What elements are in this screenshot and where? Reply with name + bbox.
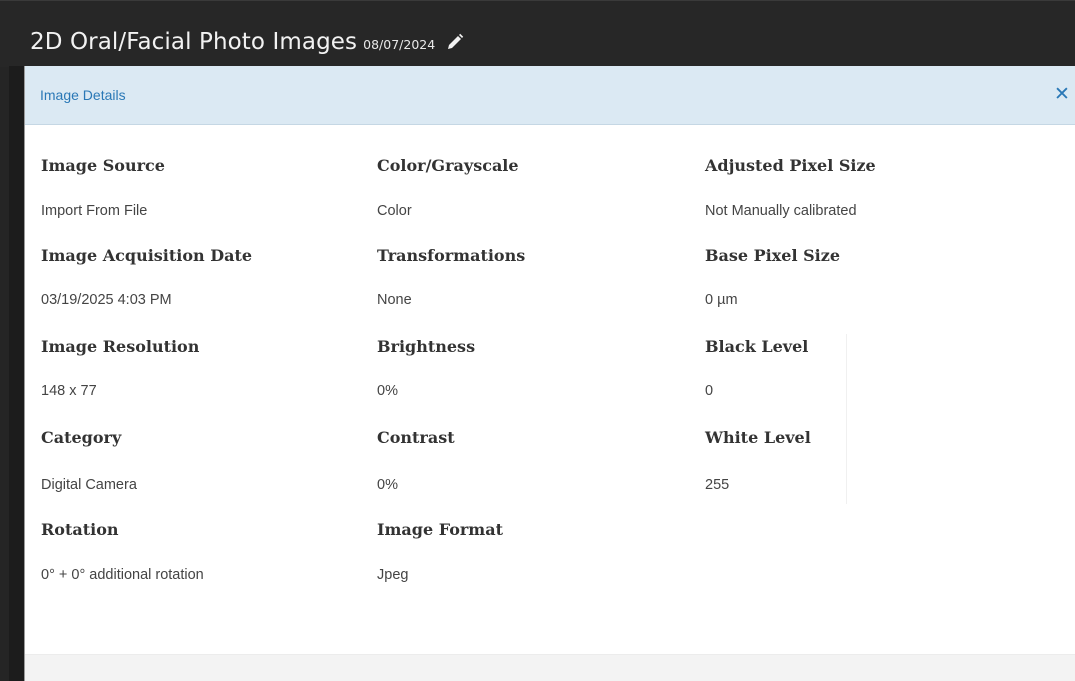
black-level-label: Black Level bbox=[705, 337, 809, 356]
rotation-label: Rotation bbox=[41, 520, 119, 539]
image-source-label: Image Source bbox=[41, 156, 165, 175]
image-acquisition-date-label: Image Acquisition Date bbox=[41, 246, 253, 265]
image-format-label: Image Format bbox=[377, 520, 503, 539]
base-pixel-size-value: 0 µm bbox=[705, 292, 738, 308]
rotation-value: 0° + 0° additional rotation bbox=[41, 567, 204, 583]
category-value: Digital Camera bbox=[41, 477, 137, 493]
black-level-value: 0 bbox=[705, 383, 714, 399]
image-resolution-value: 148 x 77 bbox=[41, 383, 97, 399]
color-grayscale-label: Color/Grayscale bbox=[377, 156, 519, 175]
pencil-icon[interactable] bbox=[445, 32, 465, 52]
page-title-date: 08/07/2024 bbox=[363, 37, 436, 52]
brightness-label: Brightness bbox=[377, 337, 476, 356]
image-resolution-label: Image Resolution bbox=[41, 337, 200, 356]
dialog-header: Image Details ✕ bbox=[25, 66, 1075, 125]
image-source-value: Import From File bbox=[41, 203, 148, 219]
transformations-label: Transformations bbox=[377, 246, 526, 265]
dialog-title: Image Details bbox=[40, 87, 126, 103]
brightness-value: 0% bbox=[377, 383, 398, 399]
image-acquisition-date-value: 03/19/2025 4:03 PM bbox=[41, 292, 172, 308]
adjusted-pixel-size-value: Not Manually calibrated bbox=[705, 203, 857, 219]
transformations-value: None bbox=[377, 292, 412, 308]
white-level-value: 255 bbox=[705, 477, 730, 493]
dialog-footer bbox=[25, 654, 1075, 681]
color-grayscale-value: Color bbox=[377, 203, 412, 219]
image-details-dialog: Image Details ✕ Image Source Import From… bbox=[25, 66, 1075, 681]
page-title-group: 2D Oral/Facial Photo Images 08/07/2024 bbox=[30, 29, 465, 55]
app-window: 2D Oral/Facial Photo Images 08/07/2024 I… bbox=[0, 0, 1075, 681]
image-format-value: Jpeg bbox=[377, 567, 409, 583]
white-level-label: White Level bbox=[705, 428, 811, 447]
adjusted-pixel-size-label: Adjusted Pixel Size bbox=[705, 156, 876, 175]
base-pixel-size-label: Base Pixel Size bbox=[705, 246, 841, 265]
contrast-value: 0% bbox=[377, 477, 398, 493]
background-panel-edge bbox=[9, 66, 25, 681]
category-label: Category bbox=[41, 428, 122, 447]
column-divider bbox=[846, 334, 847, 504]
top-bar: 2D Oral/Facial Photo Images 08/07/2024 bbox=[0, 0, 1075, 67]
close-icon[interactable]: ✕ bbox=[1051, 83, 1073, 105]
page-title: 2D Oral/Facial Photo Images bbox=[30, 29, 358, 55]
contrast-label: Contrast bbox=[377, 428, 455, 447]
